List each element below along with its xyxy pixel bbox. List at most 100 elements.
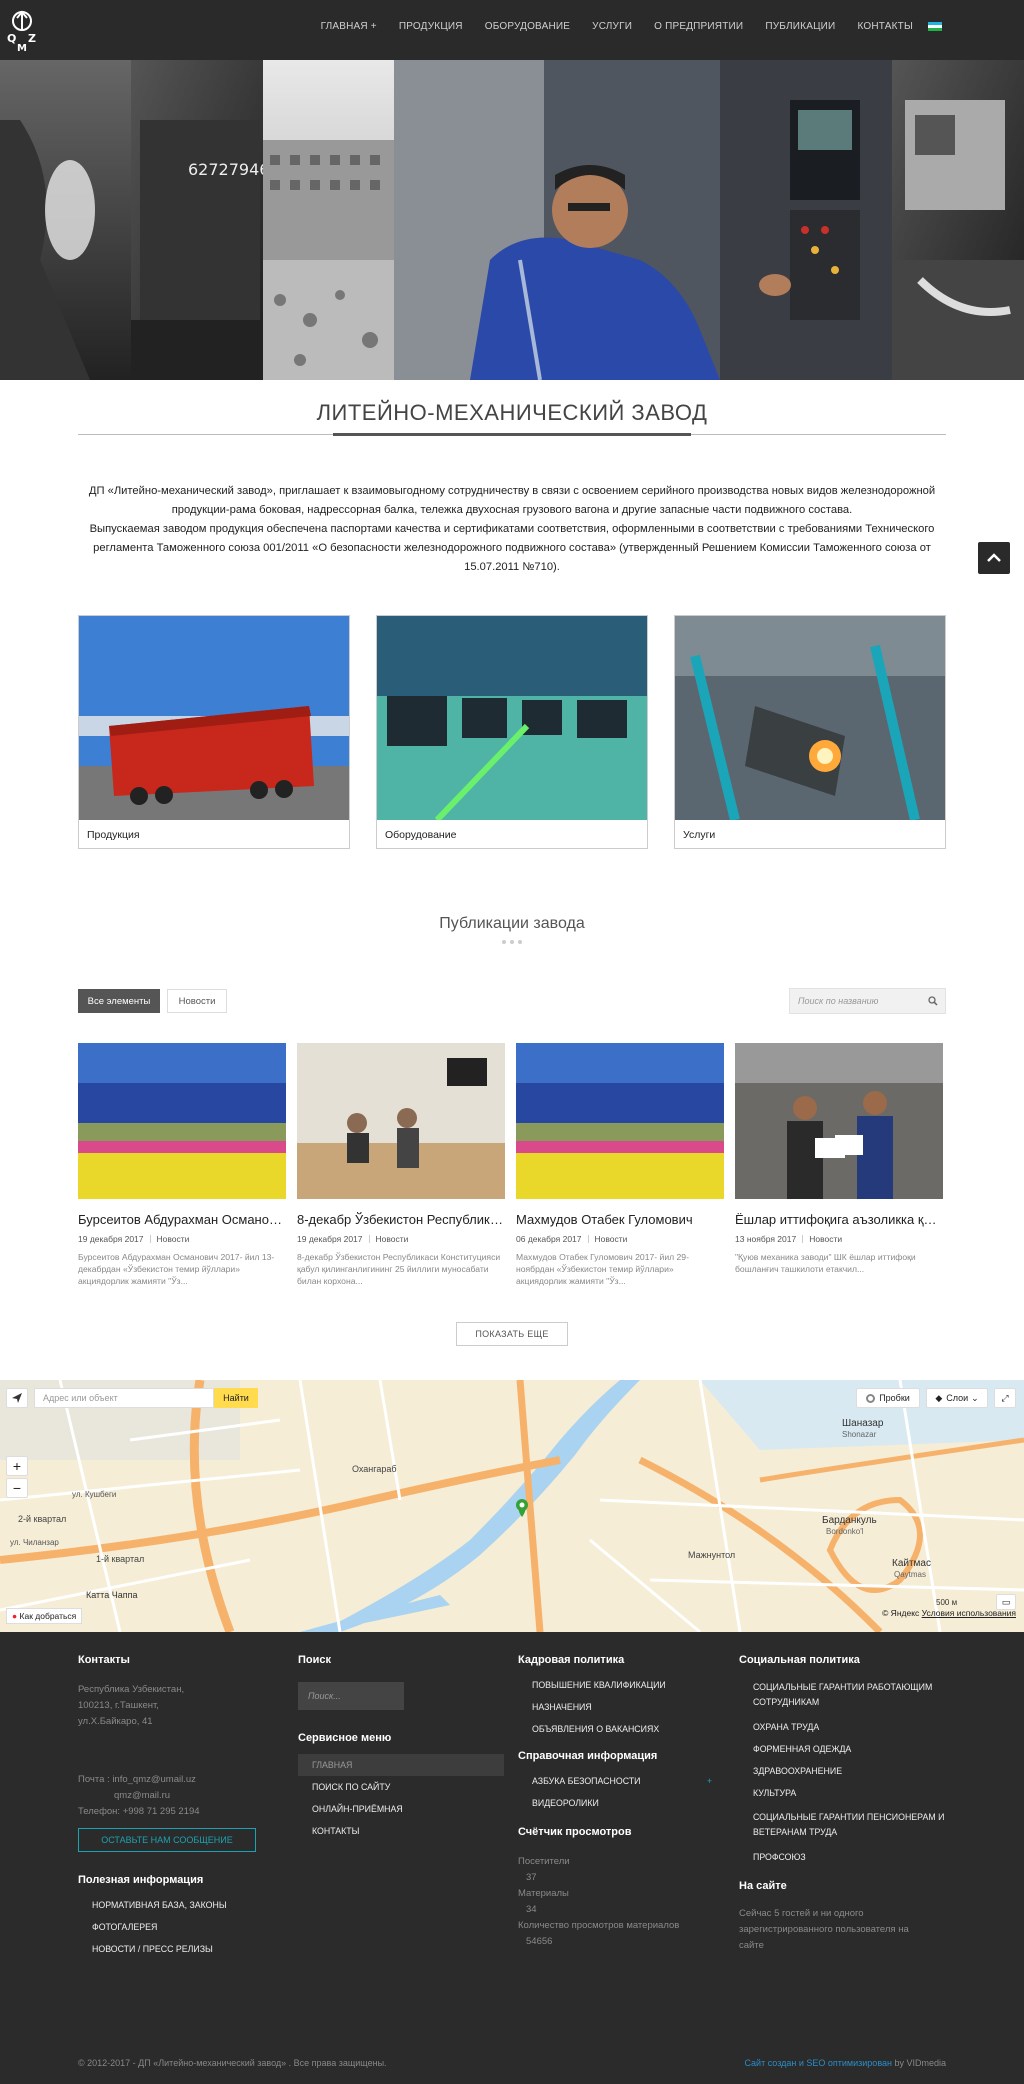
footer-link[interactable]: СОЦИАЛЬНЫЕ ГАРАНТИИ РАБОТАЮЩИМ СОТРУДНИК…	[739, 1674, 949, 1716]
mail-link[interactable]: info_qmz@umail.uz	[112, 1774, 196, 1785]
footer-link[interactable]: ФОТОГАЛЕРЕЯ	[78, 1916, 268, 1938]
nav-contacts[interactable]: КОНТАКТЫ	[846, 21, 924, 32]
news-item[interactable]: 8-декабр Ўзбекистон Республикаси Констит…	[297, 1043, 505, 1287]
card-services[interactable]: Услуги	[674, 615, 946, 849]
footer-contacts: Контакты Республика Узбекистан, 100213, …	[78, 1654, 268, 1960]
map-label: ул. Чиланзар	[10, 1538, 59, 1547]
search-icon[interactable]	[928, 996, 938, 1006]
service-menu-item[interactable]: ОНЛАЙН-ПРИЁМНАЯ	[298, 1798, 508, 1820]
geolocation-button[interactable]	[6, 1388, 28, 1408]
nav-publications[interactable]: ПУБЛИКАЦИИ	[754, 21, 846, 32]
news-image	[735, 1043, 943, 1199]
map-search-input[interactable]: Адрес или объект	[34, 1388, 214, 1408]
intro-text: ДП «Литейно-механический завод», приглаш…	[78, 482, 946, 577]
news-excerpt: "Қуюв механика заводи" ШК ёшлар иттифоқи…	[735, 1252, 916, 1274]
fullscreen-button[interactable]: ⤢	[994, 1388, 1016, 1408]
nav-about[interactable]: О ПРЕДПРИЯТИИ	[643, 21, 754, 32]
footer-social-col: Социальная политика СОЦИАЛЬНЫЕ ГАРАНТИИ …	[739, 1654, 949, 1954]
filter-all-button[interactable]: Все элементы	[78, 989, 160, 1013]
route-link[interactable]: ● Как добраться	[6, 1608, 83, 1624]
footer-online-text: Сейчас 5 гостей и ни одного зарегистриро…	[739, 1908, 909, 1951]
service-menu-item[interactable]: ПОИСК ПО САЙТУ	[298, 1776, 508, 1798]
service-menu-item[interactable]: КОНТАКТЫ	[298, 1820, 508, 1842]
section-dots	[502, 940, 522, 944]
map-label: 1-й квартал	[96, 1554, 145, 1564]
back-to-top-button[interactable]	[978, 542, 1010, 574]
map-label: Барданкуль	[822, 1515, 877, 1526]
zoom-out-button[interactable]: −	[6, 1478, 28, 1498]
map-label: Bordonko'l	[826, 1527, 864, 1536]
svg-text:Q: Q	[7, 32, 16, 45]
footer-link[interactable]: ВИДЕОРОЛИКИ	[518, 1792, 718, 1814]
footer-link[interactable]: ФОРМЕННАЯ ОДЕЖДА	[739, 1738, 949, 1760]
footer-reference-title: Справочная информация	[518, 1750, 658, 1762]
credit-link[interactable]: Сайт создан и SEO оптимизирован	[744, 2058, 892, 2068]
svg-text:62727946: 62727946	[188, 160, 269, 179]
publications-search-input[interactable]: Поиск по названию	[789, 988, 946, 1014]
footer-link[interactable]: ПОВЫШЕНИЕ КВАЛИФИКАЦИИ	[518, 1674, 718, 1696]
search-placeholder: Поиск по названию	[798, 996, 879, 1006]
map-find-button[interactable]: Найти	[214, 1388, 258, 1408]
map-label: Катта Чаппа	[86, 1590, 138, 1600]
map-label: Shonazar	[842, 1430, 877, 1439]
leave-message-button[interactable]: ОСТАВЬТЕ НАМ СООБЩЕНИЕ	[78, 1828, 256, 1852]
footer-copyright: © 2012-2017 - ДП «Литейно-механический з…	[78, 2058, 387, 2068]
footer-contacts-title: Контакты	[78, 1654, 130, 1666]
footer-link[interactable]: ПРОФСОЮЗ	[739, 1846, 949, 1868]
nav-services[interactable]: УСЛУГИ	[581, 21, 643, 32]
news-title[interactable]: Бурсеитов Абдурахман Османович	[78, 1212, 286, 1227]
footer-link[interactable]: АЗБУКА БЕЗОПАСНОСТИ +	[518, 1770, 718, 1792]
news-item[interactable]: Ёшлар иттифоқига аъзоликка қабул 13 нояб…	[735, 1043, 943, 1287]
footer-link[interactable]: НОВОСТИ / ПРЕСС РЕЛИЗЫ	[78, 1938, 268, 1960]
svg-text:Z: Z	[28, 32, 36, 45]
news-item[interactable]: Бурсеитов Абдурахман Османович 19 декабр…	[78, 1043, 286, 1287]
card-products-caption: Продукция	[87, 829, 140, 841]
footer-link[interactable]: КУЛЬТУРА	[739, 1782, 949, 1804]
map-widget[interactable]: Адрес или объект Найти + − Пробки ◆ Слои ⌄…	[0, 1380, 1024, 1632]
language-flag-icon[interactable]	[928, 22, 942, 31]
nav-products[interactable]: ПРОДУКЦИЯ	[388, 21, 474, 32]
chevron-up-icon	[987, 553, 1001, 562]
footer-link[interactable]: СОЦИАЛЬНЫЕ ГАРАНТИИ ПЕНСИОНЕРАМ И ВЕТЕРА…	[739, 1804, 949, 1846]
equipment-image	[377, 616, 647, 820]
footer-hr-col: Кадровая политика ПОВЫШЕНИЕ КВАЛИФИКАЦИИ…	[518, 1654, 718, 1950]
map-label: Охангараб	[352, 1464, 397, 1474]
nav-equipment[interactable]: ОБОРУДОВАНИЕ	[474, 21, 581, 32]
map-terms-link[interactable]: Условия использования	[922, 1608, 1016, 1618]
zoom-in-button[interactable]: +	[6, 1456, 28, 1476]
pin-icon: ●	[12, 1611, 18, 1621]
news-item[interactable]: Махмудов Отабек Гуломович 06 декабря 201…	[516, 1043, 724, 1287]
svg-text:M: M	[17, 43, 27, 52]
service-menu-home[interactable]: ГЛАВНАЯ	[298, 1754, 504, 1776]
news-image	[516, 1043, 724, 1199]
filter-news-button[interactable]: Новости	[167, 989, 227, 1013]
footer-mail-2[interactable]: qmz@mail.ru	[78, 1788, 268, 1804]
footer-link[interactable]: ЗДРАВООХРАНЕНИЕ	[739, 1760, 949, 1782]
footer-phone: Телефон: +998 71 295 2194	[78, 1806, 200, 1817]
footer-link[interactable]: ОХРАНА ТРУДА	[739, 1716, 949, 1738]
footer-search-input[interactable]: Поиск...	[298, 1682, 404, 1710]
footer-hr-title: Кадровая политика	[518, 1654, 625, 1666]
news-title[interactable]: Махмудов Отабек Гуломович	[516, 1212, 724, 1227]
page-title: ЛИТЕЙНО-МЕХАНИЧЕСКИЙ ЗАВОД	[316, 400, 708, 425]
publications-title: Публикации завода	[439, 915, 585, 932]
news-meta: 19 декабря 2017 Новости	[78, 1234, 190, 1244]
card-products[interactable]: Продукция	[78, 615, 350, 849]
footer-mail: Почта : info_qmz@umail.uz	[78, 1774, 196, 1785]
news-title[interactable]: Ёшлар иттифоқига аъзоликка қабул	[735, 1212, 943, 1227]
nav-home[interactable]: ГЛАВНАЯ +	[310, 21, 388, 32]
footer-service-title: Сервисное меню	[298, 1732, 392, 1744]
plus-icon[interactable]: +	[707, 1776, 712, 1786]
site-header: Q Z M ГЛАВНАЯ + ПРОДУКЦИЯ ОБОРУДОВАНИЕ У…	[0, 0, 1024, 60]
layers-button[interactable]: ◆ Слои ⌄	[926, 1388, 988, 1408]
products-image	[79, 616, 349, 820]
news-title[interactable]: 8-декабр Ўзбекистон Республикаси Констит…	[297, 1212, 505, 1227]
traffic-button[interactable]: Пробки	[856, 1388, 920, 1408]
logo-icon[interactable]: Q Z M	[6, 6, 38, 52]
footer-link[interactable]: НОРМАТИВНАЯ БАЗА, ЗАКОНЫ	[78, 1894, 268, 1916]
footer-link[interactable]: ОБЪЯВЛЕНИЯ О ВАКАНСИЯХ	[518, 1718, 718, 1740]
footer-online-title: На сайте	[739, 1880, 787, 1892]
card-equipment[interactable]: Оборудование	[376, 615, 648, 849]
show-more-button[interactable]: ПОКАЗАТЬ ЕЩЕ	[456, 1322, 568, 1346]
footer-link[interactable]: НАЗНАЧЕНИЯ	[518, 1696, 718, 1718]
